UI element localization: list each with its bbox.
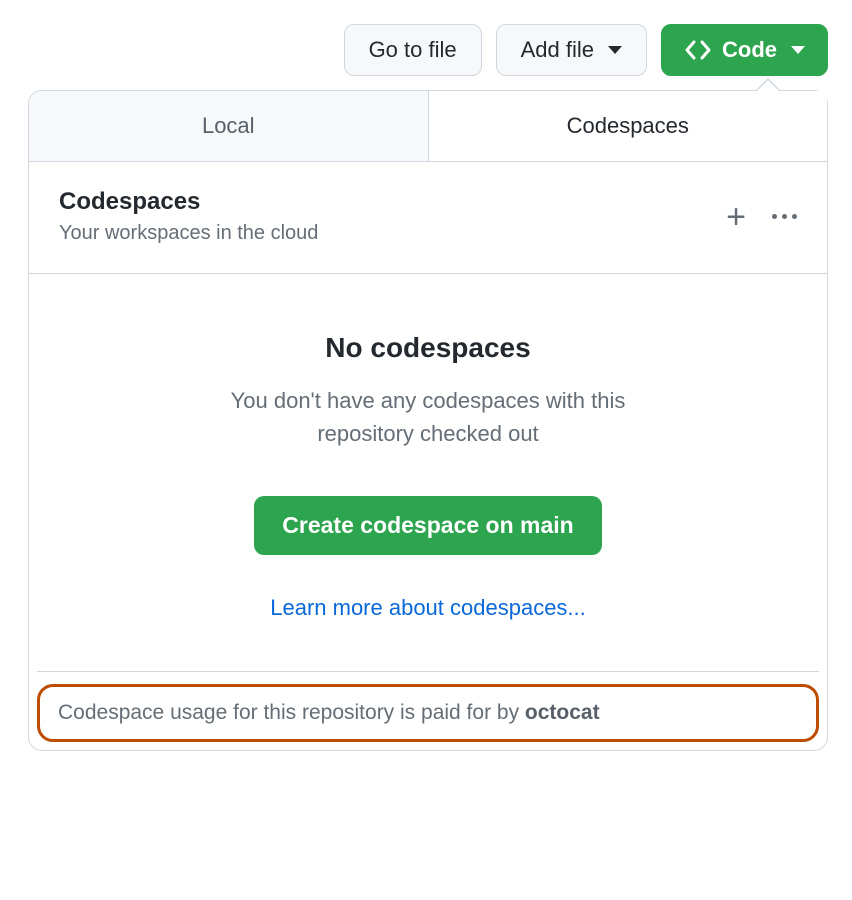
usage-prefix: Codespace usage for this repository is p… [58,701,525,724]
add-file-button[interactable]: Add file [496,24,647,76]
panel-subtitle: Your workspaces in the cloud [59,222,318,245]
panel-header-text: Codespaces Your workspaces in the cloud [59,188,318,245]
code-label: Code [722,37,777,63]
tab-codespaces[interactable]: Codespaces [429,91,828,161]
plus-icon: + [726,200,746,234]
usage-note: Codespace usage for this repository is p… [37,684,819,742]
code-popover: Local Codespaces Codespaces Your workspa… [28,90,828,751]
learn-more-label: Learn more about codespaces... [270,595,586,620]
go-to-file-label: Go to file [369,37,457,63]
kebab-icon [772,214,797,219]
tab-local-label: Local [202,113,255,138]
go-to-file-button[interactable]: Go to file [344,24,482,76]
code-button[interactable]: Code [661,24,828,76]
empty-description: You don't have any codespaces with this … [188,384,668,450]
code-icon [684,39,712,61]
chevron-down-icon [608,46,622,54]
panel-header-actions: + [726,200,797,234]
panel-title: Codespaces [59,188,318,216]
usage-payer: octocat [525,701,600,724]
create-codespace-label: Create codespace on main [282,512,573,538]
empty-heading: No codespaces [59,332,797,364]
chevron-down-icon [791,46,805,54]
new-codespace-button[interactable]: + [726,200,746,234]
add-file-label: Add file [521,37,594,63]
codespace-footer: Codespace usage for this repository is p… [37,671,819,742]
popover-tabs: Local Codespaces [29,91,827,162]
tab-local[interactable]: Local [29,91,429,162]
learn-more-link[interactable]: Learn more about codespaces... [59,595,797,621]
codespaces-panel-header: Codespaces Your workspaces in the cloud … [29,162,827,274]
repo-toolbar: Go to file Add file Code [20,24,832,76]
create-codespace-button[interactable]: Create codespace on main [254,496,601,555]
codespace-options-button[interactable] [772,214,797,219]
tab-codespaces-label: Codespaces [567,113,689,138]
codespaces-empty-state: No codespaces You don't have any codespa… [29,274,827,671]
